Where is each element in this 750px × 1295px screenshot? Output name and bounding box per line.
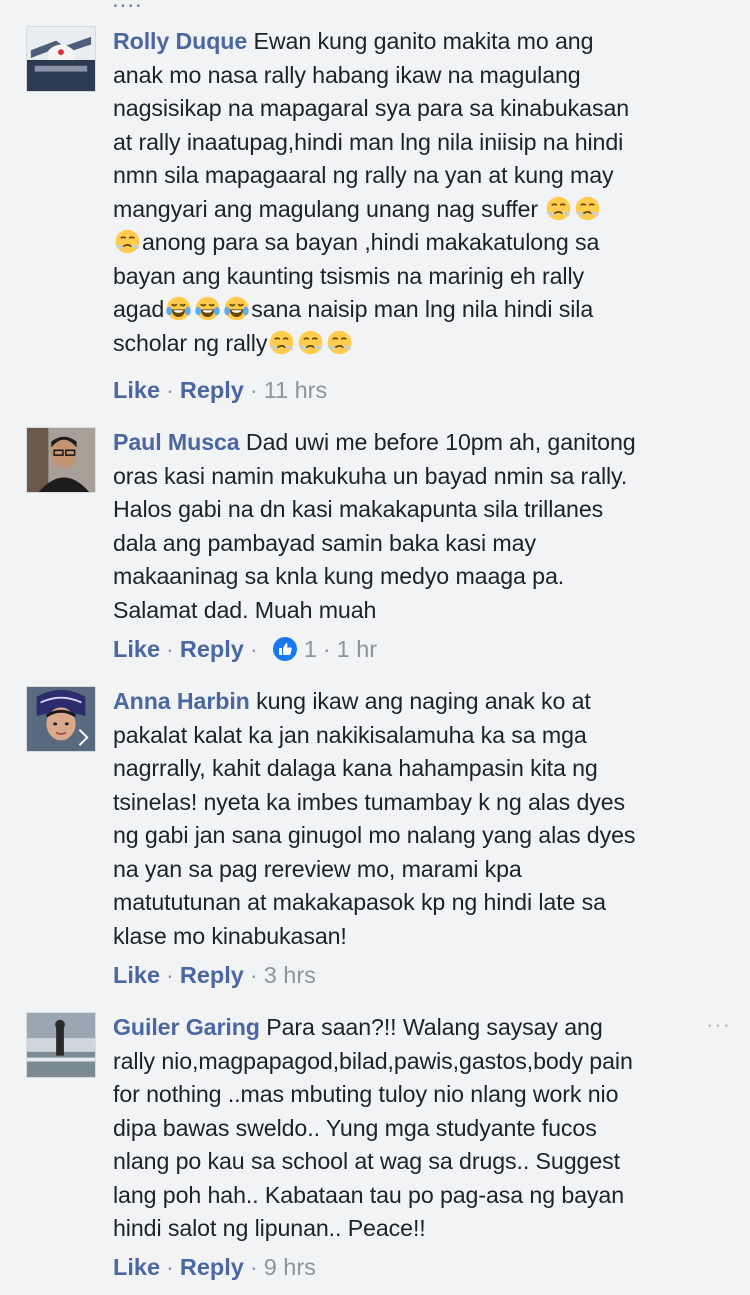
comment-actions: Like · Reply · 1 · 1 hr [113, 636, 378, 662]
more-options-icon[interactable]: ··· [706, 1012, 731, 1038]
comment-actions: Like · Reply · 9 hrs [113, 1254, 316, 1280]
reply-button[interactable]: Reply [180, 1254, 244, 1280]
steam-face-icon [268, 329, 295, 356]
reply-button[interactable]: Reply [180, 636, 244, 662]
like-button[interactable]: Like [113, 636, 160, 662]
comment-text: Guiler Garing Para saan?!! Walang saysay… [113, 1014, 633, 1241]
steam-face-icon [297, 329, 324, 356]
avatar-paul-musca[interactable] [26, 427, 96, 493]
author-name[interactable]: Guiler Garing [113, 1014, 260, 1040]
like-button[interactable]: Like [113, 377, 160, 403]
steam-face-icon [326, 329, 353, 356]
comment-actions: Like · Reply · 11 hrs [113, 377, 328, 403]
previous-comment-fragment: .... [0, 0, 750, 14]
timestamp[interactable]: 3 hrs [264, 962, 316, 988]
timestamp[interactable]: 9 hrs [264, 1254, 316, 1280]
tears-of-joy-icon [223, 295, 250, 322]
tears-of-joy-icon [165, 295, 192, 322]
reaction-count[interactable]: 1 [304, 636, 317, 662]
steam-face-icon [114, 228, 141, 255]
comment-text: Paul Musca Dad uwi me before 10pm ah, ga… [113, 429, 636, 623]
timestamp[interactable]: 11 hrs [264, 377, 328, 403]
avatar-anna-harbin[interactable] [26, 686, 96, 752]
author-name[interactable]: Paul Musca [113, 429, 240, 455]
author-name[interactable]: Rolly Duque [113, 28, 247, 54]
reply-button[interactable]: Reply [180, 962, 244, 988]
like-thumb-icon[interactable] [272, 636, 298, 662]
comment-actions: Like · Reply · 3 hrs [113, 962, 316, 988]
avatar-rolly-duque[interactable] [26, 26, 96, 92]
comment-text: Rolly Duque Ewan kung ganito makita mo a… [113, 28, 630, 356]
like-button[interactable]: Like [113, 962, 160, 988]
tears-of-joy-icon [194, 295, 221, 322]
like-button[interactable]: Like [113, 1254, 160, 1280]
steam-face-icon [545, 195, 572, 222]
timestamp[interactable]: 1 hr [337, 636, 378, 662]
reply-button[interactable]: Reply [180, 377, 244, 403]
avatar-guiler-garing[interactable] [26, 1012, 96, 1078]
steam-face-icon [574, 195, 601, 222]
author-name[interactable]: Anna Harbin [113, 688, 250, 714]
comment-text: Anna Harbin kung ikaw ang naging anak ko… [113, 688, 636, 949]
